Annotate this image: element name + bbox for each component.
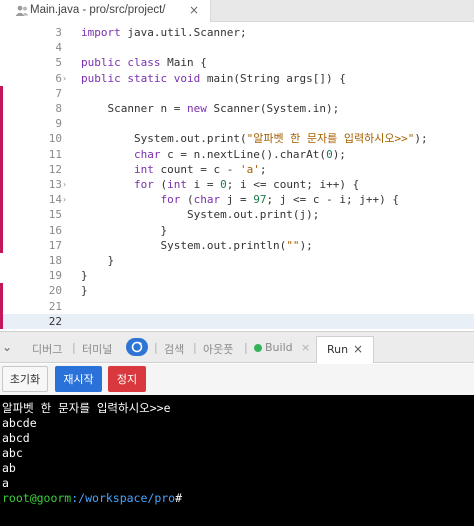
tab-divider: | — [154, 341, 158, 354]
tab-search[interactable]: 검색 — [164, 341, 184, 357]
tab-divider: | — [244, 341, 248, 354]
reset-button[interactable]: 초기화 — [2, 366, 48, 392]
line-number: 12 — [48, 162, 62, 176]
code-text: for (char j = 97; j <= c - i; j++) { — [160, 193, 399, 207]
code-text: } — [81, 284, 88, 298]
line-number: 16 — [48, 223, 62, 237]
tab-close[interactable]: × — [301, 341, 310, 354]
file-tab-main-java[interactable]: Main.java - pro/src/project/ × — [0, 0, 211, 22]
code-line[interactable]: 9 — [0, 116, 474, 132]
code-line[interactable]: 18 } — [0, 253, 474, 268]
terminal-line: a — [2, 476, 9, 490]
code-line[interactable]: 5 public class Main { — [0, 55, 474, 70]
code-line[interactable]: 8 Scanner n = new Scanner(System.in); — [0, 101, 474, 117]
line-number: 21 — [48, 299, 62, 313]
tab-output[interactable]: 아웃풋 — [203, 341, 233, 357]
line-number: 6 — [55, 71, 62, 85]
line-number: 5 — [55, 56, 62, 70]
fold-arrow-icon[interactable]: › — [63, 177, 66, 192]
code-text: } — [81, 269, 88, 283]
terminal-line: abcd — [2, 431, 30, 445]
line-number: 11 — [48, 147, 62, 161]
people-icon — [15, 5, 29, 16]
code-line[interactable]: 12 int count = c - 'a'; — [0, 161, 474, 177]
code-line[interactable]: 19} — [0, 268, 474, 283]
code-line[interactable]: 22 — [0, 313, 474, 329]
terminal-prompt: root@goorm:/workspace/pro# — [2, 491, 182, 506]
terminal-line: ab — [2, 461, 16, 475]
terminal-toggle[interactable] — [126, 338, 148, 356]
prompt-symbol: # — [175, 491, 183, 505]
terminal-output[interactable]: 알파벳 한 문자를 입력하시오>>e abcde abcd abc ab a root@go… — [0, 395, 474, 526]
tab-divider: | — [193, 341, 197, 354]
code-line[interactable]: 11 char c = n.nextLine().charAt(0); — [0, 146, 474, 162]
code-text: char c = n.nextLine().charAt(0); — [133, 147, 346, 161]
prompt-user: root@goorm — [2, 491, 72, 505]
line-number: 13 — [48, 178, 62, 191]
code-line[interactable]: 21 — [0, 298, 474, 314]
code-line[interactable]: 14 › for (char j = 97; j <= c - i; j++) { — [0, 192, 474, 208]
code-line[interactable]: 15 System.out.print(j); — [0, 207, 474, 223]
line-number: 19 — [48, 269, 62, 283]
panel-tab-bar: ⌄ 디버그 | 터미널 | 검색 | 아웃풋 | Build × Run × — [0, 331, 474, 363]
file-tab-title: Main.java - pro/src/project/ — [30, 4, 166, 16]
code-line[interactable]: 7 — [0, 85, 474, 101]
code-line[interactable]: 10 System.out.print("알파벳 한 문자를 입력하시오>>")… — [0, 131, 474, 147]
fold-arrow-icon[interactable]: › — [63, 192, 66, 207]
code-editor[interactable]: 3 import java.util.Scanner; 4 5 public class… — [0, 22, 474, 330]
restart-button[interactable]: 재시작 — [55, 366, 102, 392]
line-number: 8 — [55, 102, 62, 115]
terminal-line: abcde — [2, 416, 37, 430]
terminal-line: abc — [2, 446, 23, 460]
line-number: 7 — [55, 86, 62, 100]
code-line[interactable]: 20} — [0, 283, 474, 299]
code-text: public static void main(String args[]) { — [81, 71, 346, 85]
terminal-line: 알파벳 한 문자를 입력하시오>>e — [2, 401, 171, 415]
code-line[interactable]: 3 import java.util.Scanner; — [0, 25, 474, 40]
code-text: int count = c - 'a'; — [133, 162, 267, 176]
code-text: public class Main { — [81, 56, 207, 70]
line-number: 4 — [55, 41, 62, 55]
code-text: System.out.print("알파벳 한 문자를 입력하시오>>"); — [81, 132, 428, 146]
status-dot-icon — [254, 344, 262, 352]
stop-button[interactable]: 정지 — [108, 366, 146, 392]
code-text: System.out.println(""); — [81, 238, 313, 252]
sync-icon — [131, 341, 143, 353]
line-number: 10 — [48, 132, 62, 146]
fold-arrow-icon[interactable]: › — [63, 71, 66, 86]
code-text: for (int i = 0; i <= count; i++) { — [133, 178, 360, 191]
code-text: import java.util.Scanner; — [81, 26, 247, 39]
code-line[interactable]: 13 › for (int i = 0; i <= count; i++) { — [0, 177, 474, 193]
line-number: 17 — [48, 238, 62, 252]
line-number: 9 — [55, 117, 62, 131]
tab-run-label: Run — [327, 343, 349, 356]
run-toolbar: 초기화 재시작 정지 — [0, 364, 474, 395]
line-number: 22 — [48, 314, 62, 328]
close-icon[interactable]: × — [189, 3, 199, 17]
close-icon[interactable]: × — [353, 342, 363, 356]
line-number: 15 — [48, 208, 62, 222]
tab-terminal[interactable]: 터미널 — [82, 341, 112, 357]
code-line[interactable]: 17 System.out.println(""); — [0, 237, 474, 253]
prompt-path: :/workspace/pro — [71, 491, 176, 505]
line-number: 20 — [48, 284, 62, 298]
tab-build[interactable]: Build — [265, 341, 293, 354]
tab-debug[interactable]: 디버그 — [32, 341, 62, 357]
code-line[interactable]: 4 — [0, 40, 474, 55]
line-number: 3 — [55, 26, 62, 39]
code-text: } — [81, 223, 168, 237]
editor-tab-bar: Main.java - pro/src/project/ × — [0, 0, 474, 22]
chevron-down-icon[interactable]: ⌄ — [2, 340, 12, 354]
line-number: 18 — [48, 254, 62, 267]
tab-run[interactable]: Run × — [316, 336, 374, 363]
line-number: 14 — [48, 193, 62, 207]
code-text: } — [81, 254, 115, 267]
code-line[interactable]: 6 › public static void main(String args[])… — [0, 71, 474, 86]
code-line[interactable]: 16 } — [0, 222, 474, 238]
tab-divider: | — [72, 341, 76, 354]
code-text: Scanner n = new Scanner(System.in); — [81, 102, 340, 115]
code-text: System.out.print(j); — [81, 208, 320, 222]
